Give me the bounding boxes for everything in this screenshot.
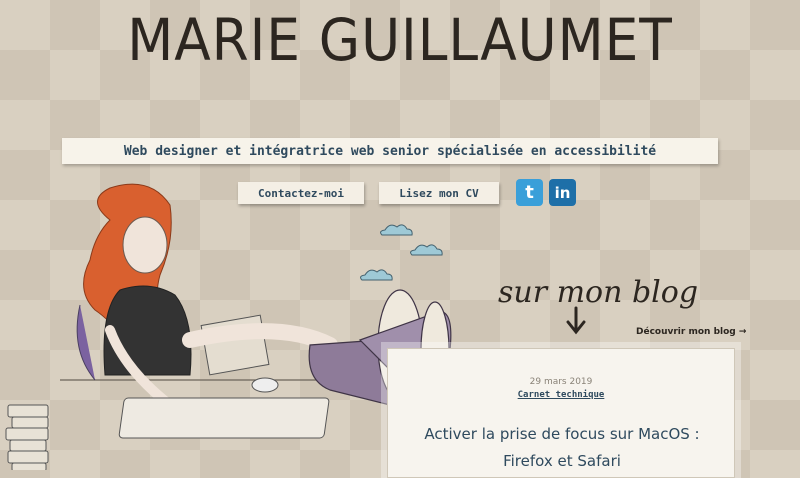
twitter-icon[interactable]: t	[516, 179, 543, 206]
site-title: MARIE GUILLAUMET	[127, 6, 673, 74]
twitter-glyph: t	[525, 182, 534, 203]
linkedin-icon[interactable]: in	[549, 179, 576, 206]
arrow-down-icon	[566, 306, 586, 335]
post-title-link[interactable]: Activer la prise de focus sur MacOS : Fi…	[408, 421, 716, 475]
linkedin-glyph: in	[554, 183, 571, 202]
tagline: Web designer et intégratrice web senior …	[62, 138, 718, 164]
blog-heading-text: sur mon blog	[498, 275, 698, 310]
post-date: 29 mars 2019	[529, 377, 593, 387]
latest-post-card: 29 mars 2019 Carnet technique Activer la…	[387, 348, 735, 478]
discover-blog-link[interactable]: Découvrir mon blog →	[636, 327, 746, 337]
book-stack-drawing	[5, 404, 49, 470]
post-category-link[interactable]: Carnet technique	[388, 390, 734, 400]
keyboard-drawing	[118, 397, 330, 439]
clouds-drawing	[360, 224, 443, 281]
